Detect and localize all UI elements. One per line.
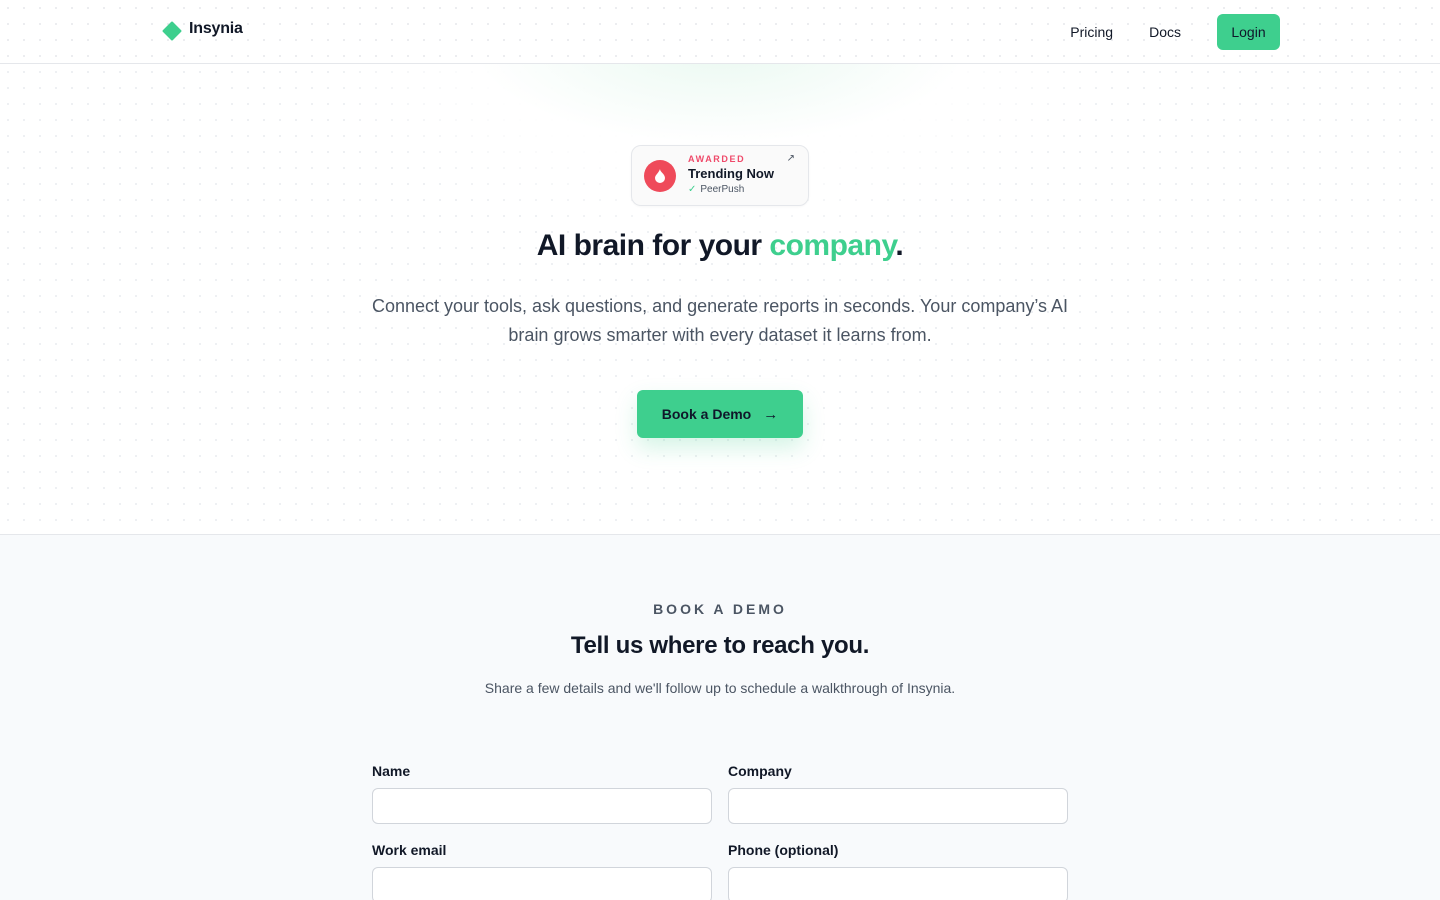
award-source-name: PeerPush bbox=[700, 184, 745, 195]
nav-link-docs[interactable]: Docs bbox=[1149, 14, 1181, 50]
brand-name: Insynia bbox=[189, 20, 243, 37]
work-email-label: Work email bbox=[372, 842, 447, 858]
brand-link[interactable]: Insynia bbox=[162, 20, 243, 41]
company-input[interactable] bbox=[728, 788, 1068, 824]
work-email-input[interactable] bbox=[372, 867, 712, 900]
diamond-logo-icon bbox=[162, 20, 182, 41]
form-description: Share a few details and we'll follow up … bbox=[484, 680, 956, 696]
award-tag: AWARDED bbox=[688, 154, 746, 164]
hero-title: AI brain for your company. bbox=[0, 229, 1440, 263]
site-header: Insynia Pricing Docs Login bbox=[0, 0, 1440, 64]
demo-form-section: BOOK A DEMO Tell us where to reach you. … bbox=[0, 535, 1440, 900]
flame-icon bbox=[644, 160, 676, 192]
login-button[interactable]: Login bbox=[1217, 14, 1280, 50]
main-nav: Pricing Docs Login bbox=[1070, 14, 1280, 50]
hero-title-accent: company bbox=[769, 229, 896, 262]
form-title: Tell us where to reach you. bbox=[570, 632, 870, 659]
hero-section: AWARDED Trending Now ✓ PeerPush ↗ AI bra… bbox=[0, 64, 1440, 535]
phone-label: Phone (optional) bbox=[728, 842, 839, 858]
company-label: Company bbox=[728, 763, 792, 779]
name-input[interactable] bbox=[372, 788, 712, 824]
hero-title-suffix: . bbox=[895, 229, 904, 262]
hero-glow-accent bbox=[470, 64, 970, 144]
nav-link-pricing[interactable]: Pricing bbox=[1070, 14, 1113, 50]
award-title: Trending Now bbox=[688, 166, 774, 181]
name-label: Name bbox=[372, 763, 411, 779]
book-demo-button[interactable]: Book a Demo → bbox=[637, 390, 803, 438]
award-source: ✓ PeerPush bbox=[688, 184, 744, 195]
section-eyebrow: BOOK A DEMO bbox=[653, 601, 787, 617]
award-badge[interactable]: AWARDED Trending Now ✓ PeerPush ↗ bbox=[631, 145, 809, 206]
flame-icon-shape bbox=[655, 169, 665, 183]
phone-input[interactable] bbox=[728, 867, 1068, 900]
check-icon: ✓ bbox=[688, 184, 697, 195]
hero-title-prefix: AI brain for your bbox=[536, 229, 770, 262]
arrow-right-icon: → bbox=[763, 405, 779, 423]
book-demo-label: Book a Demo bbox=[661, 406, 752, 422]
arrow-up-right-icon: ↗ bbox=[786, 153, 795, 164]
hero-subtitle: Connect your tools, ask questions, and g… bbox=[371, 296, 1069, 345]
